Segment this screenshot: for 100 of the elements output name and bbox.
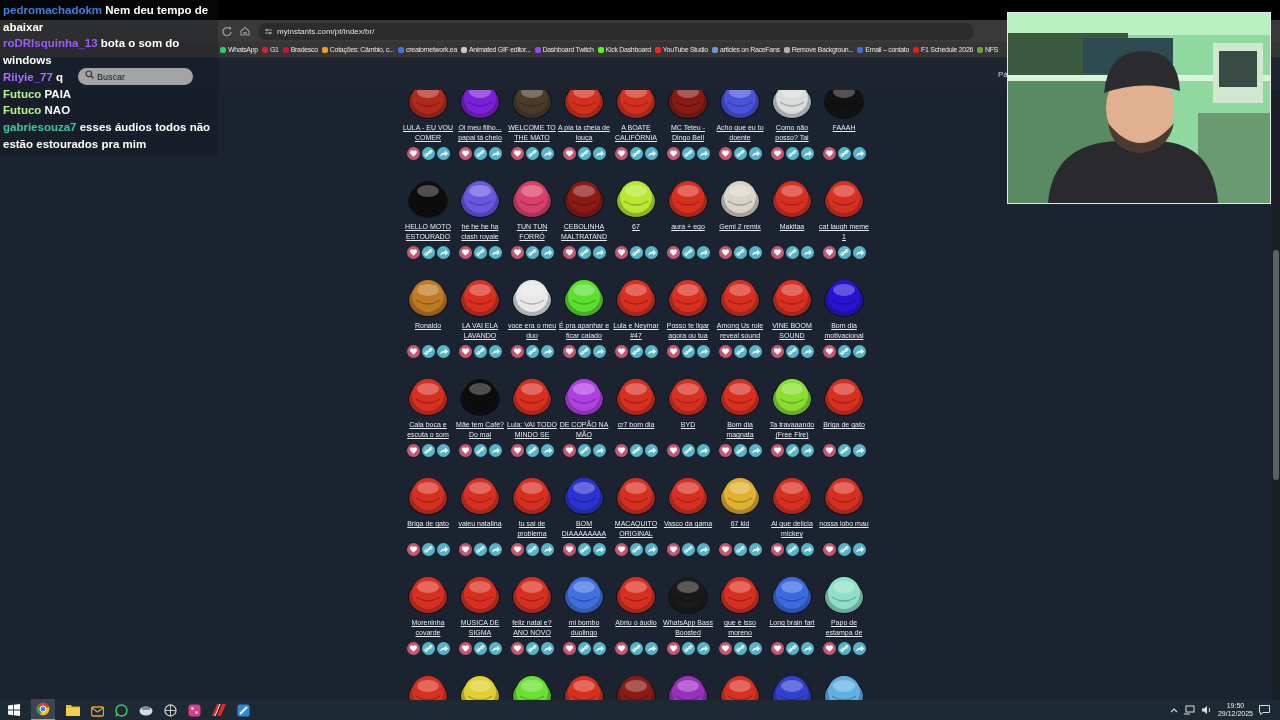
favorite-icon[interactable] <box>822 246 836 259</box>
favorite-icon[interactable] <box>458 147 472 160</box>
favorite-icon[interactable] <box>458 345 472 358</box>
share-icon[interactable] <box>540 246 554 259</box>
stripes-icon[interactable] <box>212 704 226 716</box>
favorite-icon[interactable] <box>406 246 420 259</box>
favorite-icon[interactable] <box>562 345 576 358</box>
share-icon[interactable] <box>488 345 502 358</box>
link-icon[interactable] <box>525 147 539 160</box>
link-icon[interactable] <box>837 444 851 457</box>
link-icon[interactable] <box>629 444 643 457</box>
link-icon[interactable] <box>629 147 643 160</box>
favorite-icon[interactable] <box>770 543 784 556</box>
share-icon[interactable] <box>748 246 762 259</box>
favorite-icon[interactable] <box>406 642 420 655</box>
link-icon[interactable] <box>473 543 487 556</box>
favorite-icon[interactable] <box>510 147 524 160</box>
share-icon[interactable] <box>592 345 606 358</box>
favorite-icon[interactable] <box>562 543 576 556</box>
share-icon[interactable] <box>436 642 450 655</box>
link-icon[interactable] <box>629 543 643 556</box>
share-icon[interactable] <box>592 444 606 457</box>
share-icon[interactable] <box>540 543 554 556</box>
share-icon[interactable] <box>644 246 658 259</box>
favorite-icon[interactable] <box>666 543 680 556</box>
link-icon[interactable] <box>421 444 435 457</box>
share-icon[interactable] <box>800 642 814 655</box>
favorite-icon[interactable] <box>666 642 680 655</box>
link-icon[interactable] <box>421 642 435 655</box>
share-icon[interactable] <box>852 543 866 556</box>
share-icon[interactable] <box>644 147 658 160</box>
favorite-icon[interactable] <box>510 642 524 655</box>
start-icon[interactable] <box>8 704 20 716</box>
link-icon[interactable] <box>629 345 643 358</box>
link-icon[interactable] <box>733 543 747 556</box>
favorite-icon[interactable] <box>458 543 472 556</box>
share-icon[interactable] <box>852 444 866 457</box>
link-icon[interactable] <box>681 642 695 655</box>
scrollbar[interactable] <box>1273 250 1279 480</box>
search-field[interactable]: Buscar <box>78 68 193 85</box>
favorite-icon[interactable] <box>822 642 836 655</box>
link-icon[interactable] <box>421 246 435 259</box>
link-icon[interactable] <box>733 444 747 457</box>
link-icon[interactable] <box>837 642 851 655</box>
link-icon[interactable] <box>785 246 799 259</box>
link-icon[interactable] <box>525 444 539 457</box>
favorite-icon[interactable] <box>614 345 628 358</box>
favorite-icon[interactable] <box>718 246 732 259</box>
link-icon[interactable] <box>629 642 643 655</box>
link-icon[interactable] <box>681 345 695 358</box>
favorite-icon[interactable] <box>718 642 732 655</box>
favorite-icon[interactable] <box>718 345 732 358</box>
share-icon[interactable] <box>436 246 450 259</box>
share-icon[interactable] <box>696 543 710 556</box>
share-icon[interactable] <box>540 642 554 655</box>
share-icon[interactable] <box>436 147 450 160</box>
site-settings-icon[interactable] <box>264 26 273 36</box>
reload-icon[interactable] <box>222 26 232 36</box>
favorite-icon[interactable] <box>406 444 420 457</box>
link-icon[interactable] <box>733 147 747 160</box>
header-link[interactable]: Pá <box>998 69 1008 79</box>
share-icon[interactable] <box>488 642 502 655</box>
link-icon[interactable] <box>837 147 851 160</box>
share-icon[interactable] <box>800 246 814 259</box>
favorite-icon[interactable] <box>770 345 784 358</box>
favorite-icon[interactable] <box>562 147 576 160</box>
share-icon[interactable] <box>488 543 502 556</box>
share-icon[interactable] <box>696 147 710 160</box>
favorite-icon[interactable] <box>510 543 524 556</box>
chat-bubble-icon[interactable] <box>115 703 128 717</box>
share-icon[interactable] <box>696 642 710 655</box>
favorite-icon[interactable] <box>770 246 784 259</box>
share-icon[interactable] <box>852 147 866 160</box>
share-icon[interactable] <box>748 642 762 655</box>
link-icon[interactable] <box>577 642 591 655</box>
link-icon[interactable] <box>785 444 799 457</box>
share-icon[interactable] <box>800 147 814 160</box>
share-icon[interactable] <box>540 444 554 457</box>
share-icon[interactable] <box>488 246 502 259</box>
link-icon[interactable] <box>525 543 539 556</box>
link-icon[interactable] <box>837 543 851 556</box>
link-icon[interactable] <box>473 147 487 160</box>
favorite-icon[interactable] <box>510 246 524 259</box>
link-icon[interactable] <box>473 345 487 358</box>
mail-icon[interactable] <box>91 703 104 717</box>
share-icon[interactable] <box>540 345 554 358</box>
favorite-icon[interactable] <box>510 444 524 457</box>
link-icon[interactable] <box>421 345 435 358</box>
share-icon[interactable] <box>436 543 450 556</box>
favorite-icon[interactable] <box>614 543 628 556</box>
favorite-icon[interactable] <box>822 345 836 358</box>
address-bar[interactable]: myinstants.com/pt/index/br/ <box>258 22 974 40</box>
favorite-icon[interactable] <box>770 642 784 655</box>
favorite-icon[interactable] <box>614 444 628 457</box>
share-icon[interactable] <box>800 345 814 358</box>
link-icon[interactable] <box>681 147 695 160</box>
favorite-icon[interactable] <box>562 444 576 457</box>
share-icon[interactable] <box>644 543 658 556</box>
link-icon[interactable] <box>785 642 799 655</box>
link-icon[interactable] <box>785 147 799 160</box>
